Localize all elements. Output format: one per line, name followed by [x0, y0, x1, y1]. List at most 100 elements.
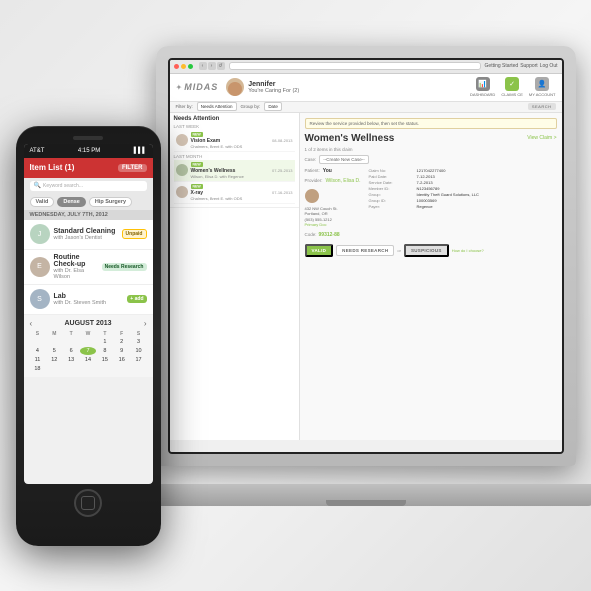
cal-day-s1: S — [30, 331, 46, 337]
cal-day-f: F — [114, 331, 130, 337]
valid-button[interactable]: VALID — [305, 244, 334, 257]
phone-speaker — [73, 136, 103, 140]
app-header: ✦ MIDAS Jennifer You're Caring For (2) 📊 — [170, 74, 562, 102]
forward-button[interactable]: › — [208, 62, 216, 70]
url-bar[interactable] — [229, 62, 481, 70]
case-label: Case: — [305, 157, 317, 162]
phone-topbar-title: Item List (1) — [30, 163, 75, 172]
suspicious-button[interactable]: SUSPICIOUS — [404, 244, 449, 257]
minimize-dot — [181, 64, 186, 69]
cal-10[interactable]: 10 — [131, 347, 147, 355]
filter-hip-surgery[interactable]: Hip Surgery — [89, 197, 132, 207]
claim-thumb — [176, 134, 188, 146]
cal-15[interactable]: 15 — [97, 356, 113, 364]
phone-screen-content: AT&T 4:15 PM ▌▌▌ Item List (1) FILTER 🔍 … — [24, 144, 153, 484]
meta-claim-no: Claim No: 1217042277400 — [369, 168, 479, 173]
cal-9[interactable]: 9 — [114, 347, 130, 355]
nav-account[interactable]: 👤 MY ACCOUNT — [529, 77, 556, 97]
claim-title-row: Women's Wellness View Claim > — [305, 133, 557, 144]
cal-next-button[interactable]: › — [144, 319, 147, 328]
case-select[interactable]: --Create New Case-- — [319, 155, 369, 164]
back-button[interactable]: ‹ — [199, 62, 207, 70]
cal-13[interactable]: 13 — [63, 356, 79, 364]
getting-started-link[interactable]: Getting Started — [485, 63, 519, 69]
phone: AT&T 4:15 PM ▌▌▌ Item List (1) FILTER 🔍 … — [16, 126, 161, 546]
date-header: WEDNESDAY, July 7th, 2012 — [24, 210, 153, 220]
list-item-lab[interactable]: S Lab with Dr. Steven Smith + add — [24, 285, 153, 315]
item-title-cleaning: Standard Cleaning — [54, 228, 118, 235]
cal-5[interactable]: 5 — [46, 347, 62, 355]
filter-button[interactable]: FILTER — [118, 164, 147, 172]
meta-member-id: Member ID: N123456789 — [369, 186, 479, 191]
item-title-checkup: Routine Check-up — [54, 254, 98, 268]
calendar-header: ‹ AUGUST 2013 › — [30, 319, 147, 328]
filter-dense[interactable]: Dense — [57, 197, 86, 207]
claim-sub-wellness: Wilson, Elisa D. with Regence — [191, 174, 270, 179]
search-button[interactable]: SEARCH — [528, 103, 556, 110]
search-input[interactable]: 🔍 Keyword search... — [30, 181, 147, 191]
provider-label: Provider: — [305, 178, 323, 183]
cal-18[interactable]: 18 — [30, 365, 46, 373]
list-item-cleaning[interactable]: J Standard Cleaning with Jason's Dentist… — [24, 220, 153, 250]
cal-empty-3 — [63, 338, 79, 346]
laptop-body: ‹ › ↺ Getting Started Support Log Out — [156, 46, 576, 466]
claim-count: 1 of 2 items in this claim — [305, 147, 557, 152]
code-row: Code: 99312-88 — [305, 232, 361, 238]
cal-day-t2: T — [97, 331, 113, 337]
calendar-grid: S M T W T F S 1 2 — [30, 331, 147, 373]
cal-6[interactable]: 6 — [63, 347, 79, 355]
cal-1[interactable]: 1 — [97, 338, 113, 346]
cal-16[interactable]: 16 — [114, 356, 130, 364]
filter-valid[interactable]: Valid — [30, 197, 55, 207]
phone-body: AT&T 4:15 PM ▌▌▌ Item List (1) FILTER 🔍 … — [16, 126, 161, 546]
meta-group: Group: Identity Theft Guard Solutions, L… — [369, 192, 479, 197]
list-item-checkup[interactable]: E Routine Check-up with Dr. Elsa Wilson … — [24, 250, 153, 285]
refresh-button[interactable]: ↺ — [217, 62, 225, 70]
cal-empty-2 — [46, 338, 62, 346]
cal-7-today[interactable]: 7 — [80, 347, 96, 355]
filter-by-select[interactable]: Needs Attention — [197, 102, 237, 111]
provider-link[interactable]: Wilson, Elisa D. — [326, 178, 361, 184]
how-link[interactable]: How do I choose? — [452, 248, 484, 253]
logout-link[interactable]: Log Out — [540, 63, 558, 69]
cal-2[interactable]: 2 — [114, 338, 130, 346]
cal-3[interactable]: 3 — [131, 338, 147, 346]
cal-day-m: M — [46, 331, 62, 337]
home-button[interactable] — [74, 489, 102, 517]
meta-payer: Payer: Regence — [369, 204, 479, 209]
claim-item-xray[interactable]: NEW X-ray Chalmers, Brent E. with ODS 07… — [174, 182, 295, 204]
nav-dashboard[interactable]: 📊 DASHBOARD — [470, 77, 495, 97]
cal-4[interactable]: 4 — [30, 347, 46, 355]
period-last-month: LAST MONTH — [174, 154, 295, 159]
item-title-lab: Lab — [54, 293, 124, 300]
support-link[interactable]: Support — [520, 63, 538, 69]
claims-label: CLAIMS CE — [501, 92, 523, 97]
cal-11[interactable]: 11 — [30, 356, 46, 364]
info-banner: Review the service provided below, then … — [305, 118, 557, 129]
code-value: 99312-88 — [319, 232, 340, 238]
item-badge-lab[interactable]: + add — [127, 295, 146, 303]
cal-14[interactable]: 14 — [80, 356, 96, 364]
item-info-checkup: Routine Check-up with Dr. Elsa Wilson — [54, 254, 98, 280]
user-name: Jennifer — [248, 81, 299, 88]
action-buttons: VALID NEEDS RESEARCH or SUSPICIOUS How d… — [305, 244, 557, 257]
scene: ‹ › ↺ Getting Started Support Log Out — [16, 26, 576, 566]
right-panel: Review the service provided below, then … — [300, 113, 562, 440]
account-label: MY ACCOUNT — [529, 92, 556, 97]
claim-item-wellness[interactable]: NEW Women's Wellness Wilson, Elisa D. wi… — [174, 160, 295, 182]
time: 4:15 PM — [78, 148, 100, 154]
nav-claims[interactable]: ✓ CLAIMS CE — [501, 77, 523, 97]
cal-12[interactable]: 12 — [46, 356, 62, 364]
cal-prev-button[interactable]: ‹ — [30, 319, 33, 328]
cal-8[interactable]: 8 — [97, 347, 113, 355]
user-sub: You're Caring For (2) — [248, 88, 299, 94]
calendar: ‹ AUGUST 2013 › S M T W T F S — [24, 315, 153, 377]
item-badge-checkup: Needs Research — [102, 263, 147, 271]
claim-main-title: Women's Wellness — [305, 133, 395, 144]
needs-research-button[interactable]: NEEDS RESEARCH — [336, 245, 394, 256]
meta-paid-date: Paid Date: 7-12-2013 — [369, 174, 479, 179]
group-by-select[interactable]: Date — [264, 102, 282, 111]
view-claim-link[interactable]: View Claim > — [527, 135, 556, 141]
claim-item-vision[interactable]: NEW Vision Exam Chalmers, Brent E. with … — [174, 130, 295, 152]
cal-17[interactable]: 17 — [131, 356, 147, 364]
